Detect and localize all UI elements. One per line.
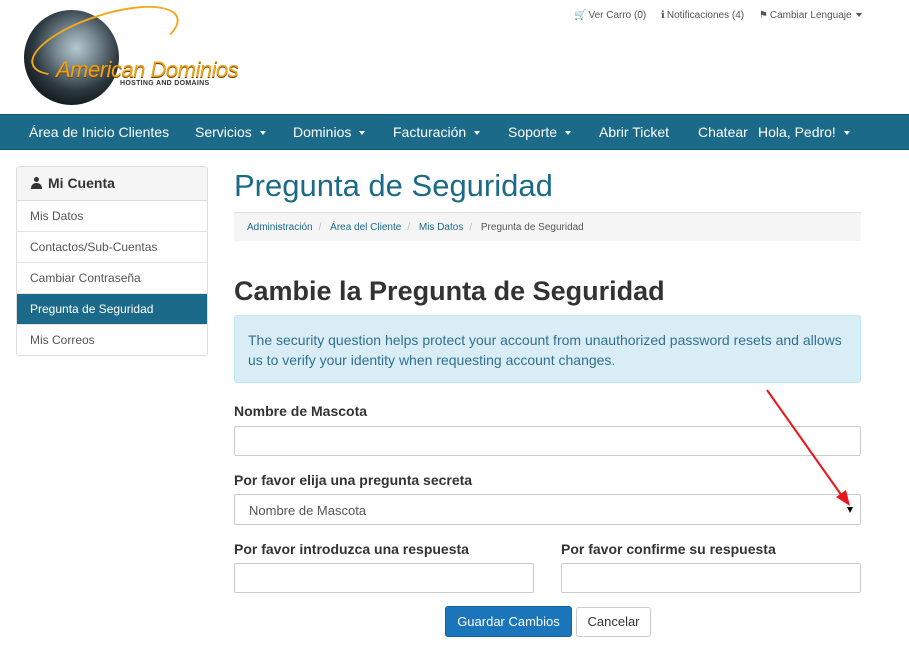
breadcrumb-my-data[interactable]: Mis Datos [419, 222, 463, 233]
user-icon [31, 177, 42, 189]
nav-billing-label: Facturación [393, 124, 467, 140]
confirm-answer-input[interactable] [561, 563, 861, 593]
confirm-answer-label: Por favor confirme su respuesta [561, 541, 776, 557]
language-link[interactable]: ⚑ Cambiar Lenguaje [759, 10, 862, 21]
nav-services[interactable]: Servicios [195, 124, 266, 140]
breadcrumb-separator: / [318, 222, 322, 233]
cancel-button[interactable]: Cancelar [576, 607, 651, 637]
nav-chat-label: Chatear [698, 124, 748, 140]
info-alert: The security question helps protect your… [234, 315, 861, 383]
sidebar-item-emails[interactable]: Mis Correos [17, 325, 207, 355]
sidebar-item-label: Cambiar Contraseña [30, 271, 141, 285]
sidebar-item-security-question[interactable]: Pregunta de Seguridad [17, 294, 207, 325]
chevron-down-icon [259, 131, 266, 136]
sidebar-item-label: Mis Correos [30, 333, 95, 347]
chevron-down-icon [474, 131, 481, 136]
language-label: Cambiar Lenguaje [769, 10, 852, 21]
sidebar-item-contacts[interactable]: Contactos/Sub-Cuentas [17, 232, 207, 263]
sidebar-item-change-password[interactable]: Cambiar Contraseña [17, 263, 207, 294]
breadcrumb-current: Pregunta de Seguridad [480, 222, 584, 233]
breadcrumb-client-area[interactable]: Área del Cliente [330, 222, 401, 233]
breadcrumb-separator: / [469, 222, 473, 233]
nav-support[interactable]: Soporte [508, 124, 572, 140]
cart-link[interactable]: 🛒 Ver Carro (0) [574, 10, 646, 21]
save-changes-button[interactable]: Guardar Cambios [445, 606, 572, 637]
cart-label: Ver Carro (0) [588, 10, 647, 21]
nav-user-menu[interactable]: Hola, Pedro! [758, 124, 850, 140]
sidebar-header: Mi Cuenta [17, 167, 207, 201]
nav-support-label: Soporte [508, 124, 558, 140]
cart-icon: 🛒 [574, 10, 587, 21]
nav-ticket-label: Abrir Ticket [599, 124, 670, 140]
nav-services-label: Servicios [195, 124, 252, 140]
chevron-down-icon [565, 131, 572, 136]
nav-billing[interactable]: Facturación [393, 124, 481, 140]
breadcrumb-admin[interactable]: Administración [247, 222, 313, 233]
selected-question: Nombre de Mascota [249, 503, 367, 518]
sidebar-item-label: Pregunta de Seguridad [30, 302, 154, 316]
sidebar-item-label: Mis Datos [30, 209, 84, 223]
notifications-label: Notificaciones (4) [666, 10, 745, 21]
breadcrumb: Administración / Área del Cliente / Mis Da… [234, 212, 861, 241]
top-links: 🛒 Ver Carro (0) ℹ Notificaciones (4) ⚑ Camb… [574, 10, 874, 21]
chevron-down-icon [855, 13, 862, 18]
account-sidebar: Mi Cuenta Mis Datos Contactos/Sub-Cuenta… [16, 166, 208, 356]
current-answer-input[interactable] [234, 426, 861, 456]
dropdown-arrow-icon [847, 507, 853, 513]
nav-domains-label: Dominios [293, 124, 352, 140]
nav-home-label: Área de Inicio Clientes [29, 124, 170, 140]
nav-user-label: Hola, Pedro! [758, 124, 836, 140]
main-navbar: Área de Inicio Clientes Servicios Domini… [0, 114, 909, 150]
chevron-down-icon [843, 131, 850, 136]
brand-tagline: HOSTING AND DOMAINS [120, 80, 210, 87]
current-question-label: Nombre de Mascota [234, 403, 368, 419]
language-icon: ⚑ [758, 10, 768, 21]
nav-chat[interactable]: Chatear [698, 124, 748, 140]
nav-home[interactable]: Área de Inicio Clientes [29, 124, 169, 140]
sidebar-item-label: Contactos/Sub-Cuentas [30, 240, 158, 254]
notifications-link[interactable]: ℹ Notificaciones (4) [661, 10, 744, 21]
question-select-label: Por favor elija una pregunta secreta [234, 472, 473, 488]
answer-input[interactable] [234, 563, 534, 593]
sidebar-item-my-data[interactable]: Mis Datos [17, 201, 207, 232]
sidebar-title: Mi Cuenta [48, 175, 115, 191]
security-question-select[interactable]: Nombre de Mascota [234, 494, 861, 525]
breadcrumb-separator: / [407, 222, 411, 233]
site-logo[interactable]: American Dominios HOSTING AND DOMAINS [22, 0, 239, 106]
info-icon: ℹ [661, 10, 665, 21]
page-title: Pregunta de Seguridad [234, 168, 553, 203]
section-heading: Cambie la Pregunta de Seguridad [234, 276, 665, 306]
nav-domains[interactable]: Dominios [293, 124, 366, 140]
nav-open-ticket[interactable]: Abrir Ticket [599, 124, 669, 140]
chevron-down-icon [359, 131, 366, 136]
answer-label: Por favor introduzca una respuesta [234, 541, 469, 557]
